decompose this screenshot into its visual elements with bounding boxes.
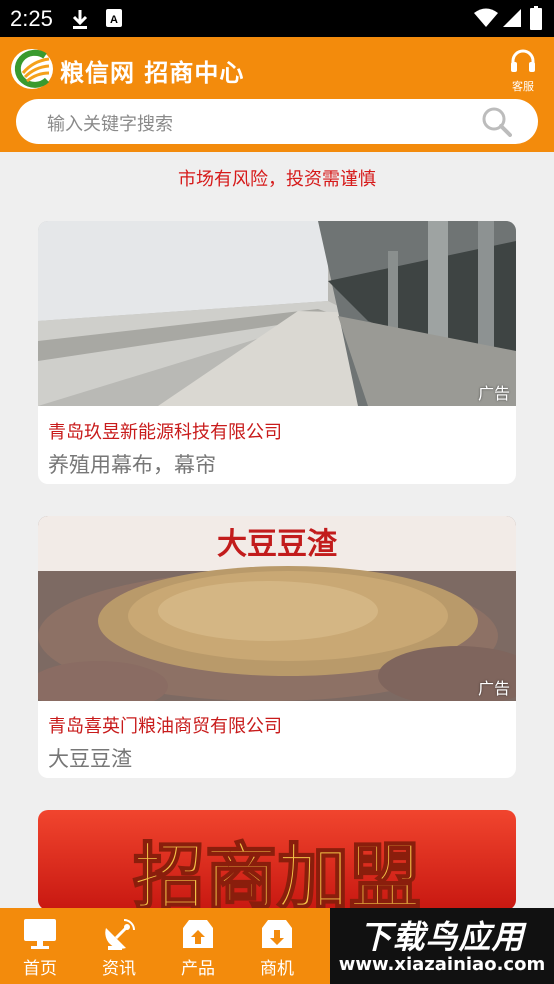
customer-service-label: 客服 xyxy=(512,80,534,93)
customer-service-button[interactable]: 客服 xyxy=(506,49,540,94)
nav-news-label: 资讯 xyxy=(102,959,136,979)
headset-icon xyxy=(509,49,537,77)
cellular-signal-icon xyxy=(502,8,522,32)
monitor-icon xyxy=(23,918,57,954)
nav-products[interactable]: 产品 xyxy=(163,908,233,984)
listing-image-franchise[interactable]: 招商加盟 xyxy=(38,810,516,910)
battery-icon xyxy=(530,6,542,34)
nav-products-label: 产品 xyxy=(181,959,215,979)
download-icon xyxy=(70,8,90,34)
company-name: 青岛玖昱新能源科技有限公司 xyxy=(48,422,282,443)
app-header: 粮信网 招商中心 客服 输入关键字搜索 xyxy=(0,37,554,152)
listing-card[interactable]: 招商加盟 xyxy=(38,810,516,910)
risk-notice: 市场有风险，投资需谨慎 xyxy=(178,169,376,190)
ad-badge: 广告 xyxy=(477,384,510,403)
nav-opportunities[interactable]: 商机 xyxy=(242,908,312,984)
listing-image-soybean-residue[interactable]: 大豆豆渣 广告 xyxy=(38,516,516,701)
nav-home-label: 首页 xyxy=(23,959,57,979)
search-input[interactable]: 输入关键字搜索 xyxy=(16,99,538,144)
nav-news[interactable]: 资讯 xyxy=(84,908,154,984)
brand-logo-icon xyxy=(9,47,55,91)
listing-image-greenhouse[interactable]: 广告 xyxy=(38,221,516,406)
svg-text:A: A xyxy=(110,14,118,26)
image-text: 招商加盟 xyxy=(133,835,421,910)
nav-opportunities-label: 商机 xyxy=(260,959,294,979)
watermark-title: 下载鸟应用 xyxy=(359,918,525,956)
image-text: 大豆豆渣 xyxy=(217,527,338,562)
wifi-icon xyxy=(474,8,498,32)
box-up-icon xyxy=(181,918,215,954)
font-app-icon: A xyxy=(105,8,123,32)
nav-home[interactable]: 首页 xyxy=(5,908,75,984)
page-title: 粮信网 招商中心 xyxy=(60,59,245,87)
company-name: 青岛喜英门粮油商贸有限公司 xyxy=(48,716,282,737)
product-name: 大豆豆渣 xyxy=(48,747,132,771)
watermark: 下载鸟应用 www.xiazainiao.com xyxy=(330,908,554,984)
status-bar: 2:25 A xyxy=(0,0,554,37)
ad-badge: 广告 xyxy=(477,679,510,698)
search-placeholder: 输入关键字搜索 xyxy=(47,114,173,135)
watermark-url: www.xiazainiao.com xyxy=(338,954,546,975)
box-down-icon xyxy=(260,918,294,954)
listing-card[interactable]: 广告 青岛玖昱新能源科技有限公司 养殖用幕布，幕帘 xyxy=(38,221,516,484)
listing-card[interactable]: 大豆豆渣 广告 青岛喜英门粮油商贸有限公司 大豆豆渣 xyxy=(38,516,516,778)
product-name: 养殖用幕布，幕帘 xyxy=(48,453,216,477)
status-time: 2:25 xyxy=(10,6,53,31)
search-icon[interactable] xyxy=(482,107,512,141)
satellite-dish-icon xyxy=(102,918,136,956)
